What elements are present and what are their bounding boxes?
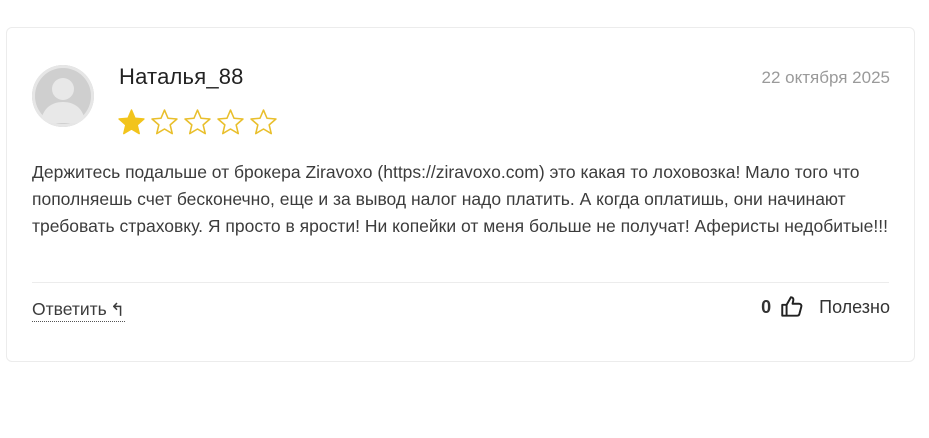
star-empty-icon <box>250 109 277 135</box>
star-rating <box>117 108 278 136</box>
avatar <box>32 65 94 127</box>
reply-arrow-icon: ↰ <box>109 299 125 320</box>
reply-label: Ответить <box>32 299 107 319</box>
reviewer-name: Наталья_88 <box>119 64 244 89</box>
reply-button[interactable]: Ответить ↰ <box>32 299 125 322</box>
review-date: 22 октября 2025 <box>761 68 890 87</box>
star-empty-icon <box>151 109 178 135</box>
star-empty-icon <box>217 109 244 135</box>
divider <box>32 282 889 283</box>
helpful-count: 0 <box>761 296 772 317</box>
thumbs-up-icon[interactable] <box>779 294 805 320</box>
star-empty-icon <box>184 109 211 135</box>
review-card: Наталья_88 22 октября 2025 Держитесь под… <box>6 27 915 362</box>
review-text: Держитесь подальше от брокера Ziravoxo (… <box>32 162 888 236</box>
star-filled-icon <box>118 109 145 135</box>
helpful-button[interactable]: Полезно <box>819 297 890 318</box>
helpful-section: 0 Полезно <box>761 294 890 320</box>
